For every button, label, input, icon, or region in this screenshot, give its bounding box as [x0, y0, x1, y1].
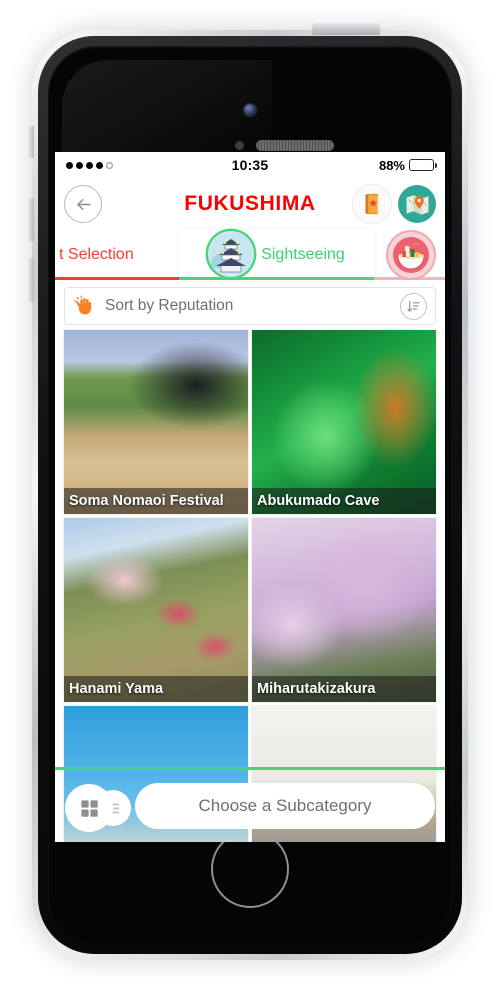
- grid-view-icon[interactable]: [65, 784, 113, 832]
- tab-underline: [55, 277, 179, 280]
- grid-tile[interactable]: Soma Nomaoi Festival: [64, 330, 248, 514]
- tab-best-selection[interactable]: t Selection: [55, 230, 179, 280]
- tab-sightseeing-label: Sightseeing: [261, 246, 345, 263]
- volume-down-button[interactable]: [27, 258, 34, 302]
- sightseeing-grid: Soma Nomaoi Festival Abukumado Cave Hanami…: [55, 330, 445, 842]
- silent-switch[interactable]: [27, 126, 34, 158]
- grid-tile[interactable]: Hanami Yama: [64, 518, 248, 702]
- castle-glyph: [211, 234, 252, 274]
- tile-caption: Soma Nomaoi Festival: [64, 488, 248, 514]
- grid-tile[interactable]: Miharutakizakura: [252, 518, 436, 702]
- sort-label: Sort by Reputation: [105, 297, 234, 314]
- status-bar: 10:35 88%: [55, 152, 445, 178]
- castle-icon: [208, 231, 255, 277]
- battery-indicator: 88%: [378, 157, 438, 173]
- battery-icon: [409, 159, 438, 171]
- tile-image: [64, 518, 248, 702]
- choose-subcategory-button[interactable]: Choose a Subcategory: [135, 783, 435, 829]
- nav-actions: [353, 185, 436, 223]
- tab-sightseeing[interactable]: Sightseeing: [179, 230, 374, 280]
- ramen-icon: [388, 232, 434, 278]
- sort-section: Sort by Reputation: [55, 280, 445, 330]
- tile-caption: Abukumado Cave: [252, 488, 436, 514]
- tab-gourmet[interactable]: [374, 230, 445, 280]
- guidebook-button[interactable]: [353, 185, 391, 223]
- navigation-bar: FUKUSHIMA: [55, 178, 445, 230]
- grid-view-glyph: [80, 799, 98, 817]
- bottom-bar: Choose a Subcategory: [55, 770, 445, 842]
- tab-best-selection-label: t Selection: [59, 246, 134, 263]
- volume-up-button[interactable]: [27, 198, 34, 242]
- choose-subcategory-label: Choose a Subcategory: [198, 796, 372, 815]
- power-button[interactable]: [312, 23, 380, 35]
- proximity-sensor-icon: [235, 141, 244, 150]
- sort-descending-icon: [407, 300, 420, 312]
- tile-image: [64, 330, 248, 514]
- map-pin-icon: [406, 194, 428, 215]
- clap-hand-icon: [74, 295, 92, 314]
- tile-image: [252, 518, 436, 702]
- guidebook-icon: [365, 193, 381, 215]
- tile-caption: Hanami Yama: [64, 676, 248, 702]
- tile-caption: Miharutakizakura: [252, 676, 436, 702]
- tile-image: [252, 330, 436, 514]
- screenshot-root: 10:35 88% FUKUSHIMA t Selection Sightsee…: [0, 0, 500, 1000]
- category-tab-bar: t Selection Sightseeing: [55, 230, 445, 280]
- sort-bar[interactable]: Sort by Reputation: [64, 287, 436, 325]
- tab-underline-active: [179, 276, 374, 280]
- map-button[interactable]: [398, 185, 436, 223]
- view-toggle-button[interactable]: [65, 782, 131, 832]
- grid-tile[interactable]: Abukumado Cave: [252, 330, 436, 514]
- battery-percent-label: 88%: [378, 157, 405, 173]
- ramen-glyph: [393, 237, 429, 273]
- front-camera-icon: [244, 104, 256, 116]
- app-screen: 10:35 88% FUKUSHIMA t Selection Sightsee…: [55, 152, 445, 842]
- earpiece-speaker-icon: [256, 140, 334, 151]
- sort-order-button[interactable]: [400, 292, 427, 320]
